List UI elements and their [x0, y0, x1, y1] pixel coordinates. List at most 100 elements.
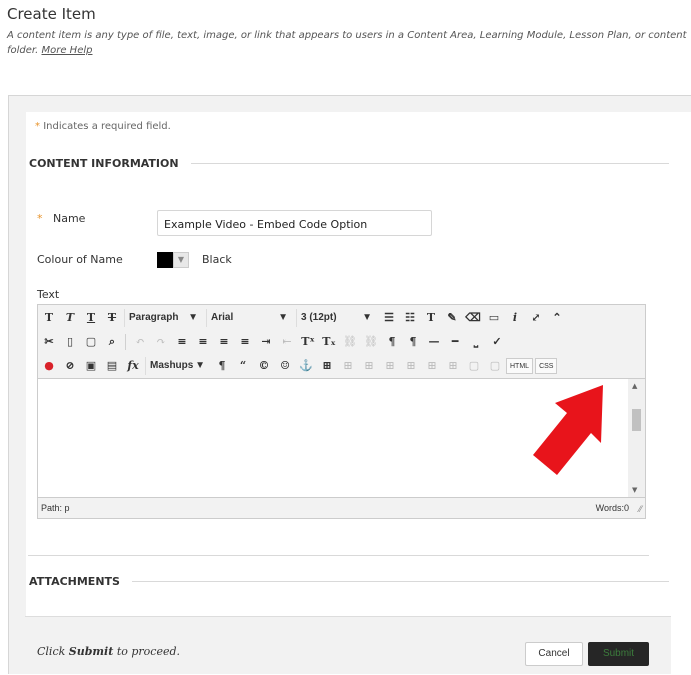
paragraph-mark-icon[interactable]: ¶	[213, 357, 231, 375]
submit-prompt-prefix: Click	[37, 645, 66, 658]
rtl-icon[interactable]: ¶	[404, 333, 422, 351]
table-border-icon[interactable]: ▢	[486, 357, 504, 375]
anchor-icon[interactable]: ⚓	[297, 357, 315, 375]
colour-picker[interactable]: ▼	[157, 252, 189, 268]
superscript-icon[interactable]: Tˣ	[299, 333, 317, 351]
numbered-list-icon[interactable]: ☷	[401, 309, 419, 327]
unlink-icon[interactable]: ⛓	[362, 333, 380, 351]
colour-swatch	[157, 252, 173, 268]
colour-name: Black	[202, 253, 232, 266]
copyright-icon[interactable]: ©	[255, 357, 273, 375]
mashups-label: Mashups	[150, 360, 194, 371]
align-right-icon[interactable]: ≡	[215, 333, 233, 351]
submit-prompt-bold: Submit	[68, 645, 114, 658]
attach-file-icon[interactable]: ⊘	[61, 357, 79, 375]
more-help-link[interactable]: More Help	[41, 45, 92, 56]
align-left-icon[interactable]: ≡	[173, 333, 191, 351]
editor-status-bar: Path: p Words:0 ⁄⁄	[38, 497, 645, 518]
submit-prompt-suffix: to proceed.	[116, 645, 181, 658]
underline-icon[interactable]: T	[82, 309, 100, 327]
css-button[interactable]: CSS	[535, 358, 558, 374]
spellcheck-icon[interactable]: ✓	[488, 333, 506, 351]
page-description: A content item is any type of file, text…	[7, 28, 687, 58]
eraser-icon[interactable]: ⌫	[464, 309, 482, 327]
cancel-button[interactable]: Cancel	[525, 642, 583, 666]
html-button[interactable]: HTML	[506, 358, 534, 374]
submit-bar: Click Submit to proceed. Cancel Submit	[25, 616, 671, 674]
copy-icon[interactable]: ▯	[61, 333, 79, 351]
submit-button[interactable]: Submit	[588, 642, 649, 666]
find-icon[interactable]: ⌕	[103, 333, 121, 351]
page-title: Create Item	[7, 5, 96, 23]
insert-media-icon[interactable]: ▤	[103, 357, 121, 375]
math-formula-icon[interactable]: fx	[124, 357, 142, 375]
table-cell-icon[interactable]: ▢	[465, 357, 483, 375]
fullscreen-icon[interactable]: ⤢	[527, 309, 545, 327]
format-select-value: Paragraph	[129, 312, 179, 323]
outdent-icon[interactable]: ⇤	[278, 333, 296, 351]
youtube-icon[interactable]: ●	[40, 357, 58, 375]
table-col-icon[interactable]: ⊞	[381, 357, 399, 375]
size-select[interactable]: 3 (12pt) ▼	[296, 309, 376, 327]
indent-icon[interactable]: ⇥	[257, 333, 275, 351]
name-label-text: Name	[53, 212, 86, 225]
blockquote-icon[interactable]: “	[234, 357, 252, 375]
italic-icon[interactable]: T	[61, 309, 79, 327]
bold-icon[interactable]: T	[40, 309, 58, 327]
cut-icon[interactable]: ✂	[40, 333, 58, 351]
font-select[interactable]: Arial ▼	[206, 309, 292, 327]
scroll-up-icon[interactable]: ▲	[632, 382, 637, 390]
page-description-text: A content item is any type of file, text…	[7, 30, 687, 56]
text-style-icon[interactable]: T	[422, 309, 440, 327]
highlight-icon[interactable]: ✎	[443, 309, 461, 327]
text-label: Text	[37, 288, 60, 301]
table-merge-icon[interactable]: ⊞	[423, 357, 441, 375]
colour-of-name-label: Colour of Name	[37, 253, 123, 266]
info-icon[interactable]: i	[506, 309, 524, 327]
paste-icon[interactable]: ▢	[82, 333, 100, 351]
scrollbar-thumb[interactable]	[632, 409, 641, 431]
toolbar-separator	[125, 334, 126, 350]
ltr-icon[interactable]: ¶	[383, 333, 401, 351]
insert-table-icon[interactable]: ⊞	[318, 357, 336, 375]
bullet-list-icon[interactable]: ☰	[380, 309, 398, 327]
size-select-value: 3 (12pt)	[301, 312, 337, 323]
section-divider	[131, 581, 669, 582]
undo-icon[interactable]: ↶	[131, 333, 149, 351]
toolbar-row-2: ✂ ▯ ▢ ⌕ ↶ ↷ ≡ ≡ ≡ ≡ ⇥ ⇤ Tˣ Tₓ ⛓ ⛓ ¶ ¶ — …	[38, 331, 507, 353]
table-row-icon[interactable]: ⊞	[360, 357, 378, 375]
chevron-down-icon[interactable]: ▼	[173, 252, 189, 268]
format-select[interactable]: Paragraph ▼	[124, 309, 202, 327]
emoticon-icon[interactable]: ☺	[276, 357, 294, 375]
editor-path: Path: p	[41, 503, 70, 513]
editor-toolbar: T T T T Paragraph ▼ Arial ▼ 3 (12pt) ▼ ☰ ☷ …	[38, 305, 645, 379]
redo-icon[interactable]: ↷	[152, 333, 170, 351]
nonbreaking-space-icon[interactable]: ⎵	[467, 333, 485, 351]
collapse-icon[interactable]: ⌃	[548, 309, 566, 327]
preview-icon[interactable]: ▭	[485, 309, 503, 327]
table-delete-icon[interactable]: ⊞	[402, 357, 420, 375]
scroll-down-icon[interactable]: ▼	[632, 486, 637, 494]
toolbar-row-3: ● ⊘ ▣ ▤ fx Mashups▼ ¶ “ © ☺ ⚓ ⊞ ⊞ ⊞ ⊞ ⊞	[38, 355, 558, 377]
subscript-icon[interactable]: Tₓ	[320, 333, 338, 351]
editor-scrollbar[interactable]: ▲ ▼	[628, 379, 645, 497]
resize-grip-icon[interactable]: ⁄⁄	[639, 504, 642, 514]
name-label: * Name	[37, 212, 85, 225]
strikethrough-icon[interactable]: T	[103, 309, 121, 327]
required-note-text: Indicates a required field.	[43, 121, 171, 132]
insert-image-icon[interactable]: ▣	[82, 357, 100, 375]
section-divider	[190, 163, 669, 164]
arrow-shape	[533, 385, 603, 475]
table-split-icon[interactable]: ⊞	[444, 357, 462, 375]
content-information-label: CONTENT INFORMATION	[29, 157, 179, 170]
justify-icon[interactable]: ≡	[236, 333, 254, 351]
mashups-select[interactable]: Mashups ▼	[145, 357, 209, 375]
content-information-heading: CONTENT INFORMATION	[29, 157, 669, 170]
align-center-icon[interactable]: ≡	[194, 333, 212, 351]
thick-rule-icon[interactable]: ━	[446, 333, 464, 351]
horizontal-rule-icon[interactable]: —	[425, 333, 443, 351]
table-props-icon[interactable]: ⊞	[339, 357, 357, 375]
required-star: *	[37, 212, 43, 225]
link-icon[interactable]: ⛓	[341, 333, 359, 351]
name-input[interactable]: Example Video - Embed Code Option	[157, 210, 432, 236]
